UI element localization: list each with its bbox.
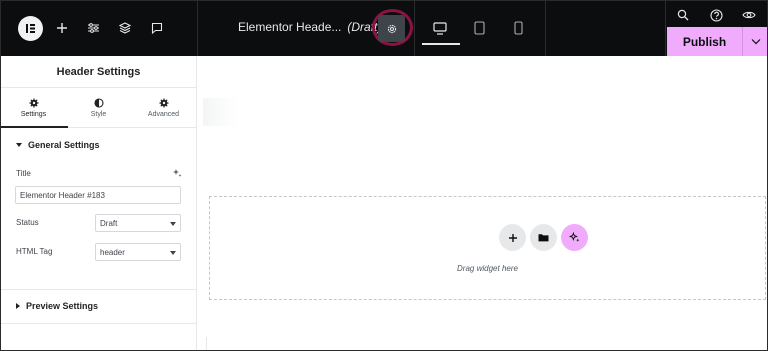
separator bbox=[414, 1, 415, 56]
caret-right-icon bbox=[16, 303, 20, 309]
tab-settings-label: Settings bbox=[20, 110, 47, 118]
html-tag-select[interactable]: header bbox=[95, 243, 181, 261]
editor-window: Elementor Heade... (Draft) Publish Heade… bbox=[0, 0, 768, 351]
eye-icon[interactable] bbox=[740, 7, 758, 23]
gear-icon bbox=[29, 98, 39, 108]
publish-options-button[interactable] bbox=[742, 27, 767, 56]
half-circle-icon bbox=[93, 97, 104, 108]
separator bbox=[545, 1, 546, 56]
separator bbox=[665, 1, 666, 56]
sliders-icon[interactable] bbox=[85, 20, 101, 36]
publish-button[interactable]: Publish bbox=[667, 27, 742, 56]
document-title-text: Elementor Heade... bbox=[238, 20, 342, 34]
preview-settings-label: Preview Settings bbox=[26, 301, 99, 311]
widget-drop-zone[interactable]: Drag widget here bbox=[209, 196, 766, 300]
title-input[interactable]: Elementor Header #183 bbox=[15, 186, 181, 204]
tab-style[interactable]: Style bbox=[66, 88, 131, 127]
status-label: Status bbox=[16, 218, 39, 227]
plus-icon[interactable] bbox=[54, 20, 70, 36]
tab-advanced-label: Advanced bbox=[147, 110, 180, 118]
tab-advanced[interactable]: Advanced bbox=[131, 88, 196, 127]
mobile-icon[interactable] bbox=[510, 19, 526, 37]
folder-icon bbox=[538, 233, 549, 242]
add-template-button[interactable] bbox=[530, 224, 557, 251]
desktop-icon[interactable] bbox=[430, 19, 450, 37]
gear-icon bbox=[159, 98, 169, 108]
general-settings-label: General Settings bbox=[28, 140, 100, 150]
tab-settings[interactable]: Settings bbox=[1, 88, 66, 127]
preview-settings-toggle[interactable]: Preview Settings bbox=[1, 289, 197, 323]
divider bbox=[206, 337, 207, 350]
drop-zone-text: Drag widget here bbox=[457, 264, 518, 273]
title-label: Title bbox=[16, 169, 31, 178]
tablet-icon[interactable] bbox=[470, 19, 488, 37]
chevron-down-icon bbox=[170, 222, 176, 226]
panel-tabs: Settings Style Advanced bbox=[1, 88, 196, 128]
active-device-indicator bbox=[422, 43, 460, 45]
status-value: Draft bbox=[100, 218, 118, 228]
panel-title: Header Settings bbox=[1, 56, 196, 88]
chevron-down-icon bbox=[751, 38, 761, 45]
top-bar: Elementor Heade... (Draft) Publish bbox=[1, 1, 767, 56]
add-section-button[interactable] bbox=[499, 224, 526, 251]
ai-generate-button[interactable] bbox=[561, 224, 588, 251]
status-select[interactable]: Draft bbox=[95, 214, 181, 232]
page-settings-button[interactable] bbox=[378, 15, 405, 42]
plus-icon bbox=[508, 233, 518, 243]
html-tag-value: header bbox=[100, 247, 125, 257]
gear-icon bbox=[386, 23, 398, 35]
caret-down-icon bbox=[16, 143, 22, 147]
search-icon[interactable] bbox=[675, 7, 691, 23]
divider bbox=[1, 323, 197, 324]
editor-canvas: Drag widget here bbox=[197, 56, 767, 350]
comment-icon[interactable] bbox=[149, 20, 165, 36]
layers-icon[interactable] bbox=[117, 20, 133, 36]
ai-sparkle-icon[interactable] bbox=[172, 168, 182, 178]
active-tab-indicator bbox=[1, 126, 68, 128]
tab-style-label: Style bbox=[90, 110, 107, 118]
html-tag-label: HTML Tag bbox=[16, 247, 53, 256]
elementor-logo-icon[interactable] bbox=[18, 16, 43, 41]
settings-panel: Header Settings Settings Style Advanced bbox=[1, 56, 197, 350]
ai-sparkle-icon bbox=[569, 232, 580, 243]
canvas-placeholder bbox=[203, 98, 239, 126]
separator bbox=[197, 1, 198, 56]
chevron-down-icon bbox=[170, 251, 176, 255]
help-icon[interactable] bbox=[708, 7, 724, 23]
general-settings-toggle[interactable]: General Settings bbox=[1, 128, 196, 162]
